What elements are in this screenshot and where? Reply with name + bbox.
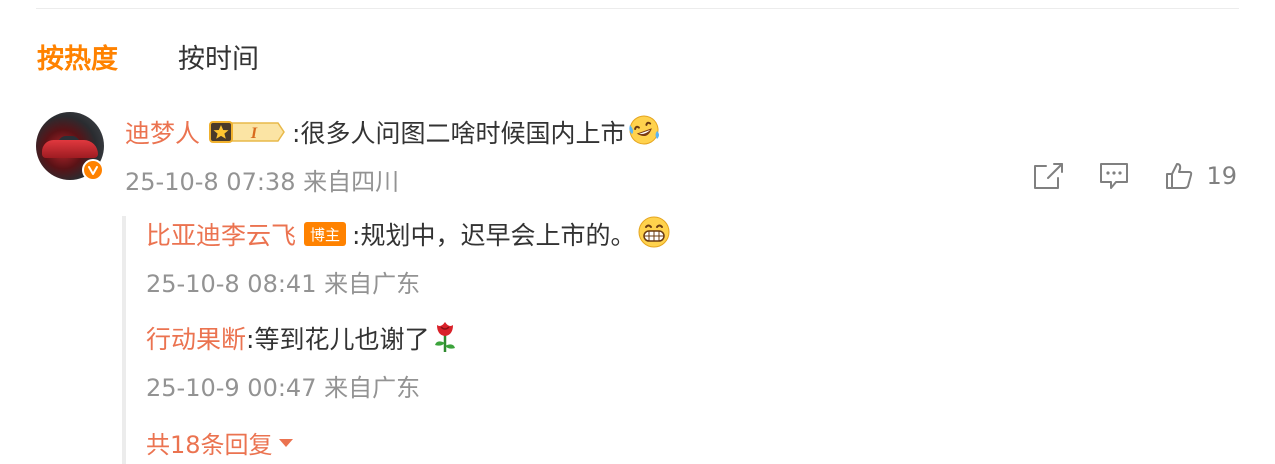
comment-username[interactable]: 迪梦人 <box>125 114 200 150</box>
reply-thread-bar <box>122 216 126 464</box>
verified-badge-icon <box>82 159 104 181</box>
reply-username[interactable]: 比亚迪李云飞 <box>146 216 296 252</box>
rose-emoji-icon <box>431 319 459 357</box>
top-divider <box>36 8 1239 9</box>
fan-level-badge-icon[interactable]: I <box>208 119 286 145</box>
blogger-tag: 博主 <box>304 222 347 246</box>
caret-down-icon <box>278 439 293 447</box>
sort-tabs: 按热度 按时间 <box>37 40 259 80</box>
svg-text:I: I <box>250 125 258 142</box>
avatar-car-body <box>42 140 98 158</box>
tab-sort-by-time[interactable]: 按时间 <box>178 42 259 78</box>
reply-item: 比亚迪李云飞 博主 :规划中，迟早会上市的。 <box>146 216 671 252</box>
reply-meta: 25-10-9 00:47 来自广东 <box>146 374 421 402</box>
comment-actions: 19 <box>998 158 1237 194</box>
comment-text: :很多人问图二啥时候国内上市 <box>292 119 626 148</box>
comment-icon <box>1100 163 1129 189</box>
share-icon <box>1034 163 1064 189</box>
reply-item: 行动果断 :等到花儿也谢了 <box>146 320 459 356</box>
comment-panel: 按热度 按时间 迪梦人 I :很多人问图二啥时候国内上市 25-10-8 07:… <box>0 0 1275 464</box>
like-count: 19 <box>1206 162 1237 190</box>
reply-username[interactable]: 行动果断 <box>146 320 246 356</box>
grin-emoji-icon <box>637 215 671 253</box>
comment-body: 迪梦人 I :很多人问图二啥时候国内上市 <box>125 114 661 150</box>
reply-button[interactable] <box>1098 161 1130 191</box>
share-button[interactable] <box>1032 161 1064 191</box>
laughing-tears-emoji-icon <box>627 113 661 151</box>
thumbs-up-icon <box>1166 163 1193 189</box>
reply-text: :规划中，迟早会上市的。 <box>352 221 636 250</box>
reply-meta: 25-10-8 08:41 来自广东 <box>146 270 421 298</box>
tab-sort-by-hot[interactable]: 按热度 <box>37 42 118 78</box>
comment-meta: 25-10-8 07:38 来自四川 <box>125 168 400 196</box>
more-replies-button[interactable]: 共18条回复 <box>146 424 295 460</box>
reply-text: :等到花儿也谢了 <box>246 325 430 354</box>
like-button[interactable]: 19 <box>1164 161 1237 191</box>
more-replies-label: 共18条回复 <box>146 430 273 459</box>
